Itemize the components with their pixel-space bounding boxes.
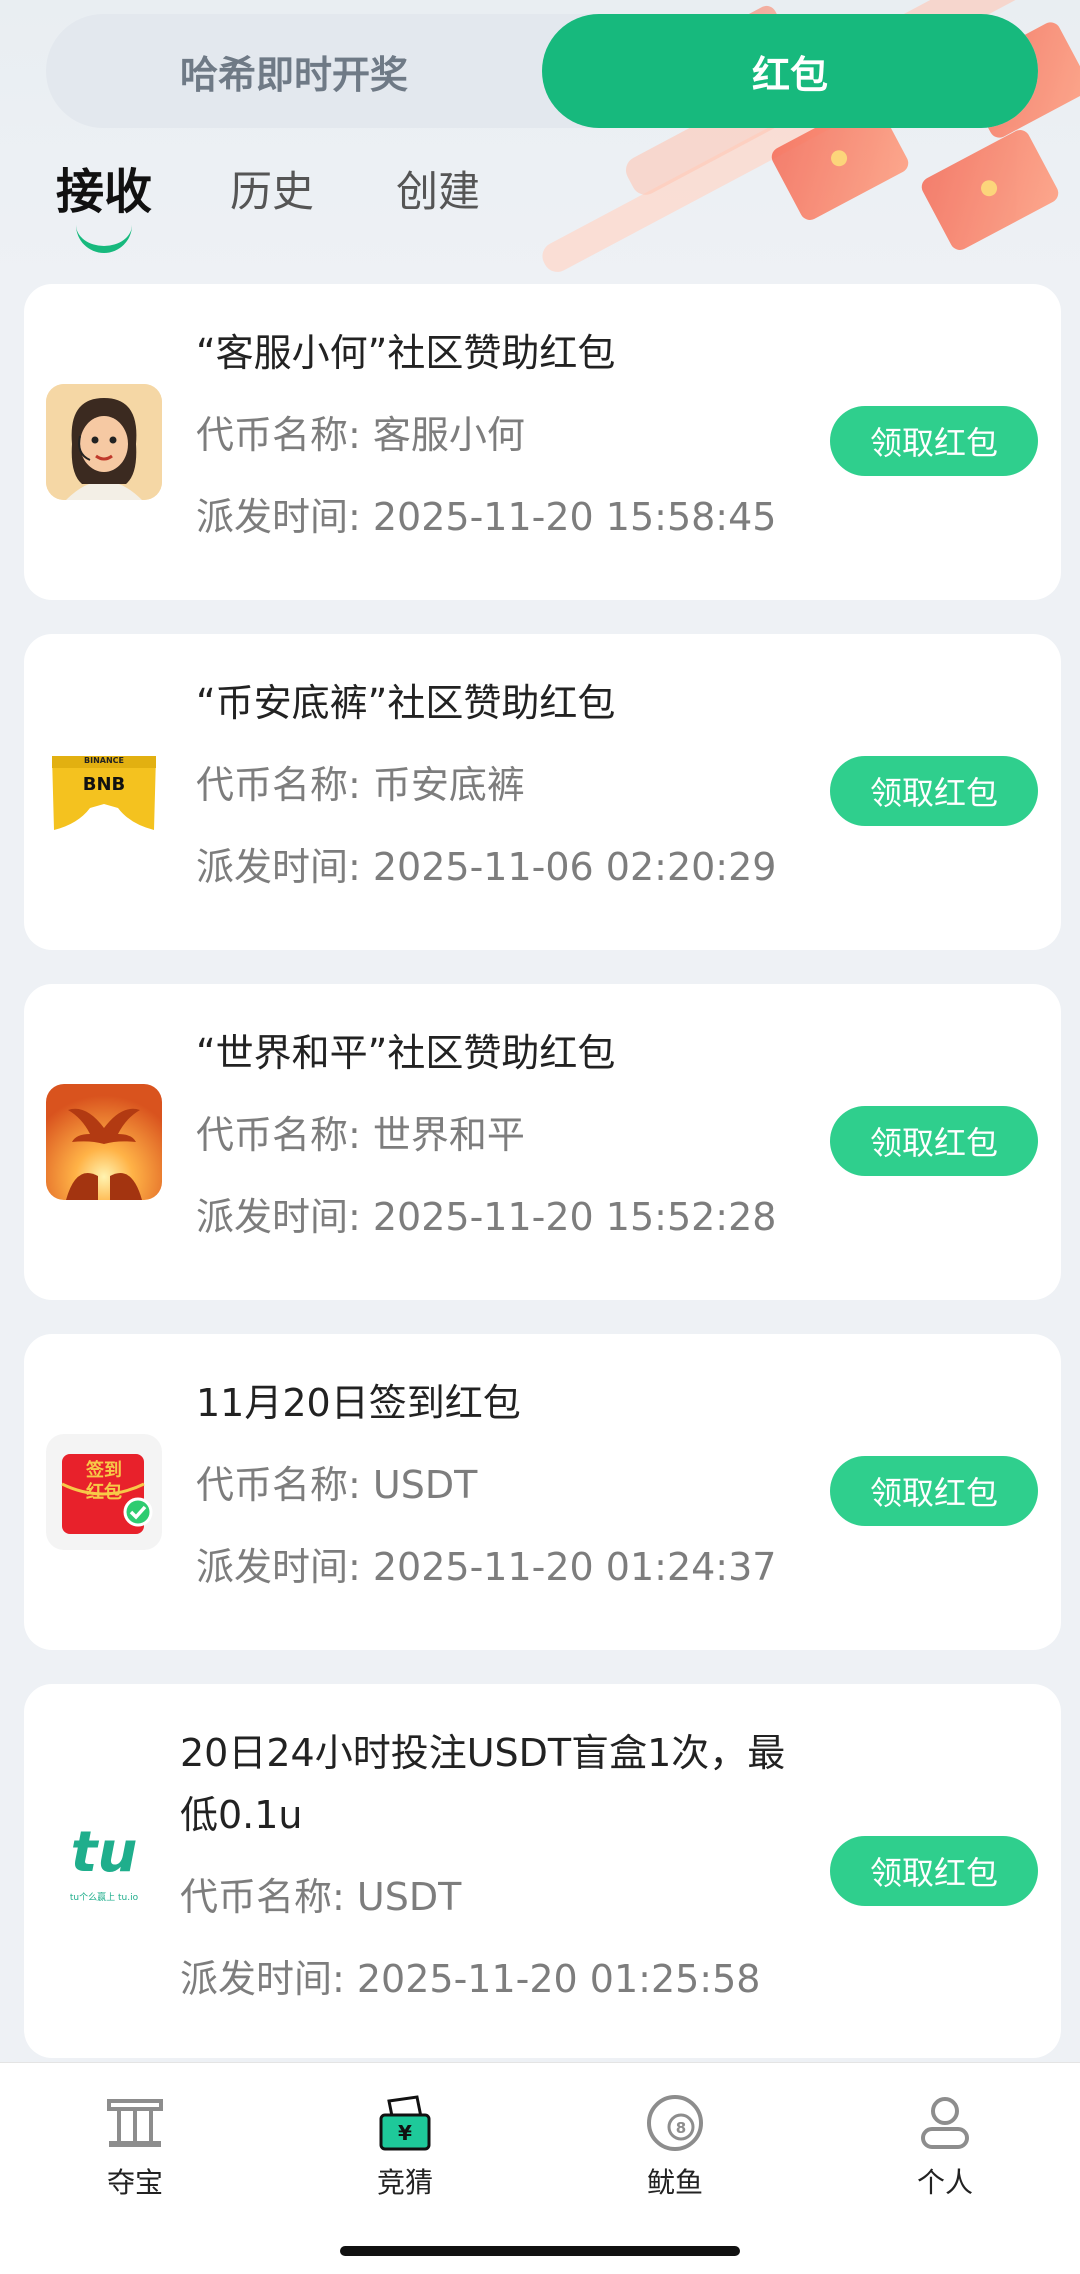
- card-token-name: 代币名称: USDT: [196, 1463, 478, 1507]
- card-dispatch-time: 派发时间: 2025-11-20 15:52:28: [196, 1195, 777, 1239]
- checkin-red-envelope-icon: 签到红包: [46, 1434, 162, 1550]
- red-envelope-card: “客服小何”社区赞助红包 代币名称: 客服小何 派发时间: 2025-11-20…: [24, 284, 1061, 600]
- cartoon-avatar-icon: [46, 384, 162, 500]
- card-token-name: 代币名称: 客服小何: [196, 413, 525, 457]
- card-dispatch-time: 派发时间: 2025-11-20 01:24:37: [196, 1545, 777, 1589]
- checkin-envelope-text: 签到红包: [86, 1460, 122, 1503]
- card-dispatch-time: 派发时间: 2025-11-06 02:20:29: [196, 845, 777, 889]
- card-title: “币安底裤”社区赞助红包: [196, 681, 616, 725]
- tu-logo-text: tu: [70, 1820, 138, 1885]
- nav-profile[interactable]: 个人: [870, 2093, 1020, 2201]
- tab-hash-instant-draw[interactable]: 哈希即时开奖: [46, 14, 542, 128]
- claim-red-envelope-button[interactable]: 领取红包: [830, 406, 1038, 476]
- tab-red-envelope[interactable]: 红包: [542, 14, 1038, 128]
- nav-squid[interactable]: 8 鱿鱼: [600, 2093, 750, 2201]
- claim-red-envelope-button[interactable]: 领取红包: [830, 756, 1038, 826]
- card-dispatch-time: 派发时间: 2025-11-20 01:25:58: [180, 1957, 761, 2001]
- nav-label: 个人: [916, 2166, 973, 2199]
- red-envelope-card: 签到红包 11月20日签到红包 代币名称: USDT 派发时间: 2025-11…: [24, 1334, 1061, 1650]
- card-dispatch-time: 派发时间: 2025-11-20 15:58:45: [196, 495, 777, 539]
- card-title: “客服小何”社区赞助红包: [196, 331, 616, 375]
- red-envelope-card: tu tu个么赢上 tu.io 20日24小时投注USDT盲盒1次，最 低0.1…: [24, 1684, 1061, 2058]
- card-title: 11月20日签到红包: [196, 1381, 521, 1425]
- card-token-name: 代币名称: 世界和平: [196, 1113, 525, 1157]
- eight-ball-icon: 8: [647, 2095, 703, 2151]
- mode-segmented-control: 哈希即时开奖 红包: [46, 14, 1038, 128]
- red-envelope-card: “世界和平”社区赞助红包 代币名称: 世界和平 派发时间: 2025-11-20…: [24, 984, 1061, 1300]
- claim-red-envelope-button[interactable]: 领取红包: [830, 1106, 1038, 1176]
- ballot-box-icon: ¥: [379, 2095, 431, 2151]
- svg-text:8: 8: [676, 2119, 686, 2137]
- card-token-name: 代币名称: USDT: [180, 1875, 462, 1919]
- card-title: 20日24小时投注USDT盲盒1次，最: [180, 1731, 786, 1775]
- nav-label: 鱿鱼: [646, 2166, 703, 2199]
- bnb-brand-text: BINANCE: [84, 756, 124, 765]
- bnb-label: BNB: [82, 774, 126, 795]
- bnb-shorts-icon: BINANCE BNB: [46, 734, 162, 850]
- card-title-continued: 低0.1u: [180, 1793, 303, 1837]
- claim-red-envelope-button[interactable]: 领取红包: [830, 1456, 1038, 1526]
- nav-treasure[interactable]: 夺宝: [60, 2093, 210, 2201]
- treasure-pillar-icon: [107, 2099, 163, 2147]
- subtab-receive[interactable]: 接收: [56, 152, 152, 222]
- subtab-history[interactable]: 历史: [230, 158, 314, 219]
- person-icon: [921, 2097, 969, 2149]
- claim-red-envelope-button[interactable]: 领取红包: [830, 1836, 1038, 1906]
- card-title: “世界和平”社区赞助红包: [196, 1031, 616, 1075]
- card-token-name: 代币名称: 币安底裤: [196, 763, 525, 807]
- tu-logo-icon: tu tu个么赢上 tu.io: [46, 1806, 162, 1922]
- home-indicator: [340, 2246, 740, 2256]
- nav-label: 竞猜: [376, 2166, 433, 2199]
- nav-guess[interactable]: ¥ 竞猜: [330, 2093, 480, 2201]
- nav-label: 夺宝: [106, 2166, 163, 2199]
- bottom-navigation: 夺宝 ¥ 竞猜 8 鱿鱼 个人: [0, 2062, 1080, 2274]
- svg-text:¥: ¥: [398, 2121, 412, 2145]
- subtab-create[interactable]: 创建: [396, 158, 480, 219]
- red-envelope-card: BINANCE BNB “币安底裤”社区赞助红包 代币名称: 币安底裤 派发时间…: [24, 634, 1061, 950]
- peace-dove-icon: [46, 1084, 162, 1200]
- tu-logo-caption: tu个么赢上 tu.io: [69, 1893, 139, 1903]
